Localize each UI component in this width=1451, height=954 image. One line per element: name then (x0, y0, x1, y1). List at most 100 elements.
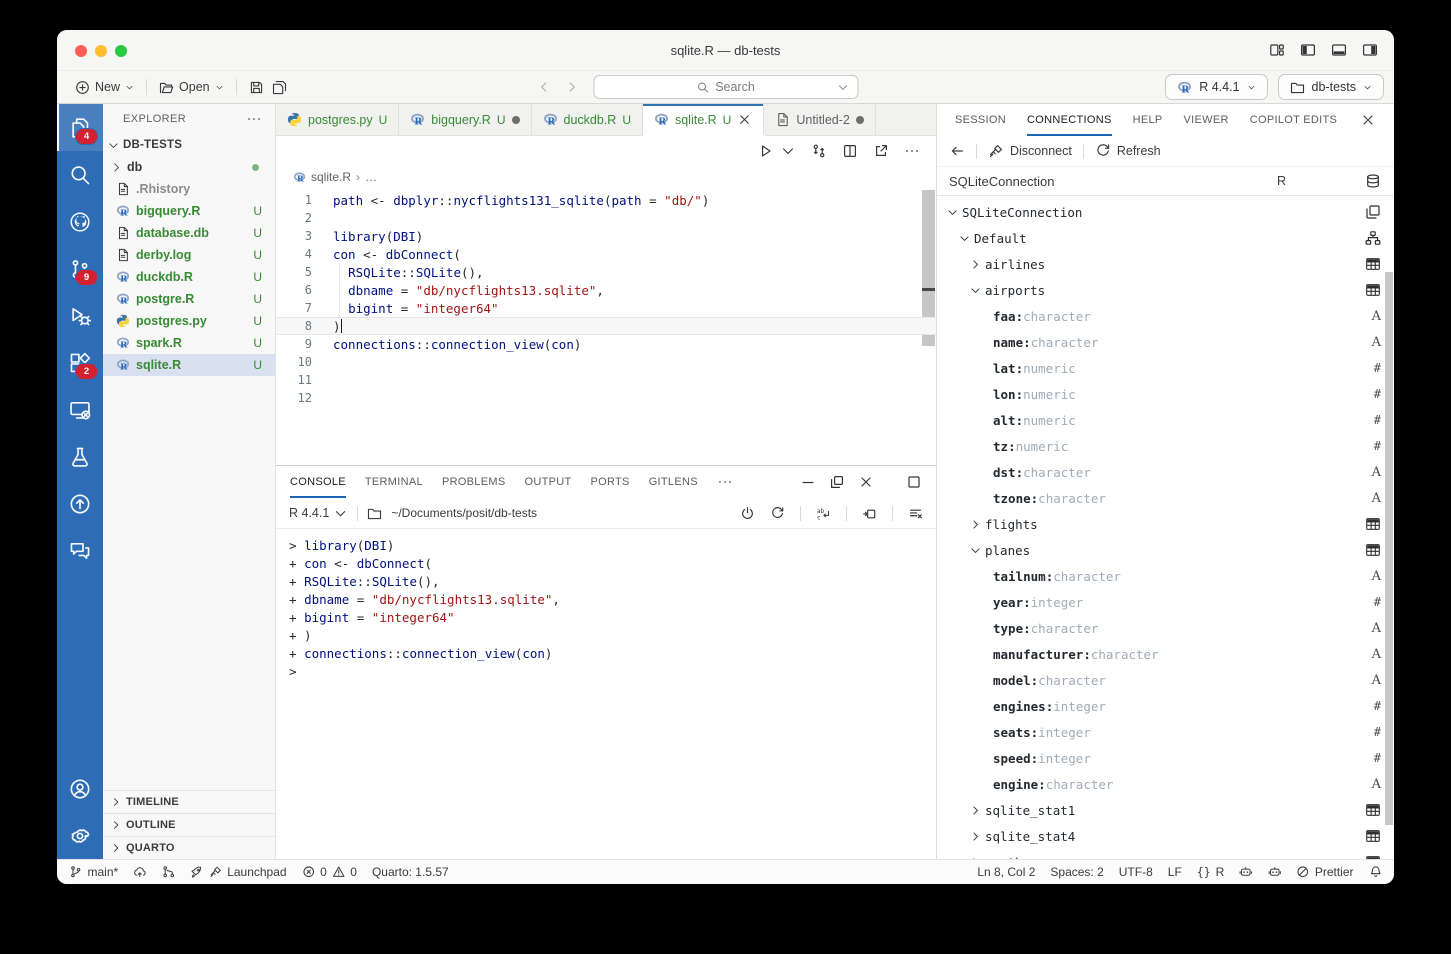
connection-field-row[interactable]: faa : characterA (937, 303, 1394, 329)
sidebar-section-quarto[interactable]: QUARTO (103, 836, 275, 859)
close-panel-icon[interactable] (858, 474, 874, 490)
indentation-item[interactable]: Spaces: 2 (1050, 865, 1103, 879)
compare-changes-icon[interactable] (811, 143, 827, 159)
connection-header-row[interactable]: SQLiteConnection R (937, 166, 1394, 196)
close-tab-icon[interactable] (737, 112, 752, 127)
copilot-chat-item[interactable] (1268, 865, 1282, 879)
console-interpreter-select[interactable]: R 4.4.1 (289, 506, 348, 521)
prettier-item[interactable]: Prettier (1296, 865, 1353, 879)
project-button[interactable]: db-tests (1278, 74, 1384, 100)
connection-node-row[interactable]: SQLiteConnection (937, 199, 1394, 225)
new-button[interactable]: New (71, 80, 138, 95)
customize-layout-icon[interactable] (1269, 42, 1285, 58)
more-tabs-icon[interactable] (717, 466, 733, 498)
editor-tab[interactable]: Rduckdb.RU (532, 104, 643, 135)
float-panel-icon[interactable] (829, 474, 845, 490)
connection-field-row[interactable]: tailnum : characterA (937, 563, 1394, 589)
panel-tab-ports[interactable]: PORTS (591, 466, 630, 498)
connection-field-row[interactable]: speed : integer# (937, 745, 1394, 771)
connection-field-row[interactable]: dst : characterA (937, 459, 1394, 485)
activity-search[interactable] (57, 151, 103, 198)
cursor-position-item[interactable]: Ln 8, Col 2 (977, 865, 1035, 879)
git-branch-item[interactable]: main* (69, 865, 118, 879)
activity-testing[interactable] (57, 433, 103, 480)
connection-node-row[interactable]: planes (937, 537, 1394, 563)
connection-field-row[interactable]: tz : numeric# (937, 433, 1394, 459)
connection-node-row[interactable]: sqlite_stat4 (937, 823, 1394, 849)
right-panel-tab-copilot-edits[interactable]: COPILOT EDITS (1250, 104, 1337, 136)
connection-node-row[interactable]: flights (937, 511, 1394, 537)
more-actions-icon[interactable] (246, 111, 262, 127)
navigate-back-button[interactable] (537, 80, 551, 94)
toggle-left-sidebar-icon[interactable] (1300, 42, 1316, 58)
notifications-item[interactable] (1369, 865, 1383, 879)
right-panel-tab-viewer[interactable]: VIEWER (1184, 104, 1229, 136)
interpreter-version-button[interactable]: R R 4.4.1 (1165, 74, 1267, 100)
editor-tab[interactable]: postgres.pyU (276, 104, 399, 135)
maximize-panel-icon[interactable] (906, 474, 922, 490)
panel-tab-console[interactable]: CONSOLE (290, 466, 346, 498)
run-file-button[interactable] (758, 143, 774, 159)
connection-node-row[interactable]: weather (937, 849, 1394, 859)
connection-field-row[interactable]: engines : integer# (937, 693, 1394, 719)
activity-settings[interactable] (57, 812, 103, 859)
problems-item[interactable]: 0 0 (302, 865, 357, 879)
clear-console-icon[interactable] (908, 506, 923, 521)
activity-extensions[interactable]: 2 (57, 339, 103, 386)
activity-run-debug[interactable] (57, 292, 103, 339)
editor-tab[interactable]: Untitled-2 (764, 104, 876, 135)
file-row[interactable]: postgres.pyU (103, 310, 275, 332)
encoding-item[interactable]: UTF-8 (1119, 865, 1153, 879)
activity-publish[interactable] (57, 480, 103, 527)
file-row[interactable]: Rbigquery.RU (103, 200, 275, 222)
save-all-button[interactable] (268, 80, 291, 95)
activity-explorer[interactable]: 4 (57, 104, 103, 151)
shutdown-console-icon[interactable] (740, 506, 755, 521)
connection-node-row[interactable]: airports (937, 277, 1394, 303)
right-panel-tab-connections[interactable]: CONNECTIONS (1027, 104, 1112, 136)
connection-field-row[interactable]: lon : numeric# (937, 381, 1394, 407)
workspace-root-row[interactable]: DB-TESTS (103, 134, 275, 156)
quarto-version-item[interactable]: Quarto: 1.5.57 (372, 865, 449, 879)
sidebar-section-timeline[interactable]: TIMELINE (103, 790, 275, 813)
editor-tab[interactable]: Rsqlite.RU (643, 104, 764, 135)
console-output[interactable]: > library(DBI)+ con <- dbConnect(+ RSQLi… (276, 529, 936, 859)
code-editor[interactable]: 1path <- dbplyr::nycflights131_sqlite(pa… (276, 188, 936, 465)
toggle-bottom-panel-icon[interactable] (1331, 42, 1347, 58)
move-console-icon[interactable] (862, 506, 877, 521)
activity-github[interactable] (57, 198, 103, 245)
file-row[interactable]: Rpostgre.RU (103, 288, 275, 310)
minimize-window-button[interactable] (95, 45, 107, 57)
connection-field-row[interactable]: model : characterA (937, 667, 1394, 693)
connection-field-row[interactable]: type : characterA (937, 615, 1394, 641)
minimize-panel-icon[interactable] (800, 474, 816, 490)
publish-changes-item[interactable] (133, 865, 147, 879)
panel-tab-terminal[interactable]: TERMINAL (365, 466, 423, 498)
editor-tab[interactable]: Rbigquery.RU (399, 104, 531, 135)
split-editor-icon[interactable] (842, 143, 858, 159)
connection-node-row[interactable]: sqlite_stat1 (937, 797, 1394, 823)
right-panel-tab-help[interactable]: HELP (1133, 104, 1163, 136)
connection-field-row[interactable]: manufacturer : characterA (937, 641, 1394, 667)
activity-remote-explorer[interactable] (57, 386, 103, 433)
file-row[interactable]: .Rhistory (103, 178, 275, 200)
git-graph-item[interactable] (162, 865, 176, 879)
panel-tab-gitlens[interactable]: GITLENS (649, 466, 698, 498)
connection-field-row[interactable]: name : characterA (937, 329, 1394, 355)
save-button[interactable] (245, 80, 268, 95)
activity-comments[interactable] (57, 527, 103, 574)
back-button[interactable] (949, 143, 965, 159)
open-button[interactable]: Open (155, 80, 228, 95)
sidebar-section-outline[interactable]: OUTLINE (103, 813, 275, 836)
navigate-forward-button[interactable] (565, 80, 579, 94)
right-panel-tab-session[interactable]: SESSION (955, 104, 1006, 136)
connection-field-row[interactable]: tzone : characterA (937, 485, 1394, 511)
file-row[interactable]: database.dbU (103, 222, 275, 244)
launchpad-item[interactable]: Launchpad (190, 865, 286, 879)
file-row[interactable]: derby.logU (103, 244, 275, 266)
file-row[interactable]: db (103, 156, 275, 178)
search-input[interactable]: Search (593, 75, 858, 99)
language-mode-item[interactable]: {} R (1197, 865, 1225, 879)
close-window-button[interactable] (75, 45, 87, 57)
zoom-window-button[interactable] (115, 45, 127, 57)
